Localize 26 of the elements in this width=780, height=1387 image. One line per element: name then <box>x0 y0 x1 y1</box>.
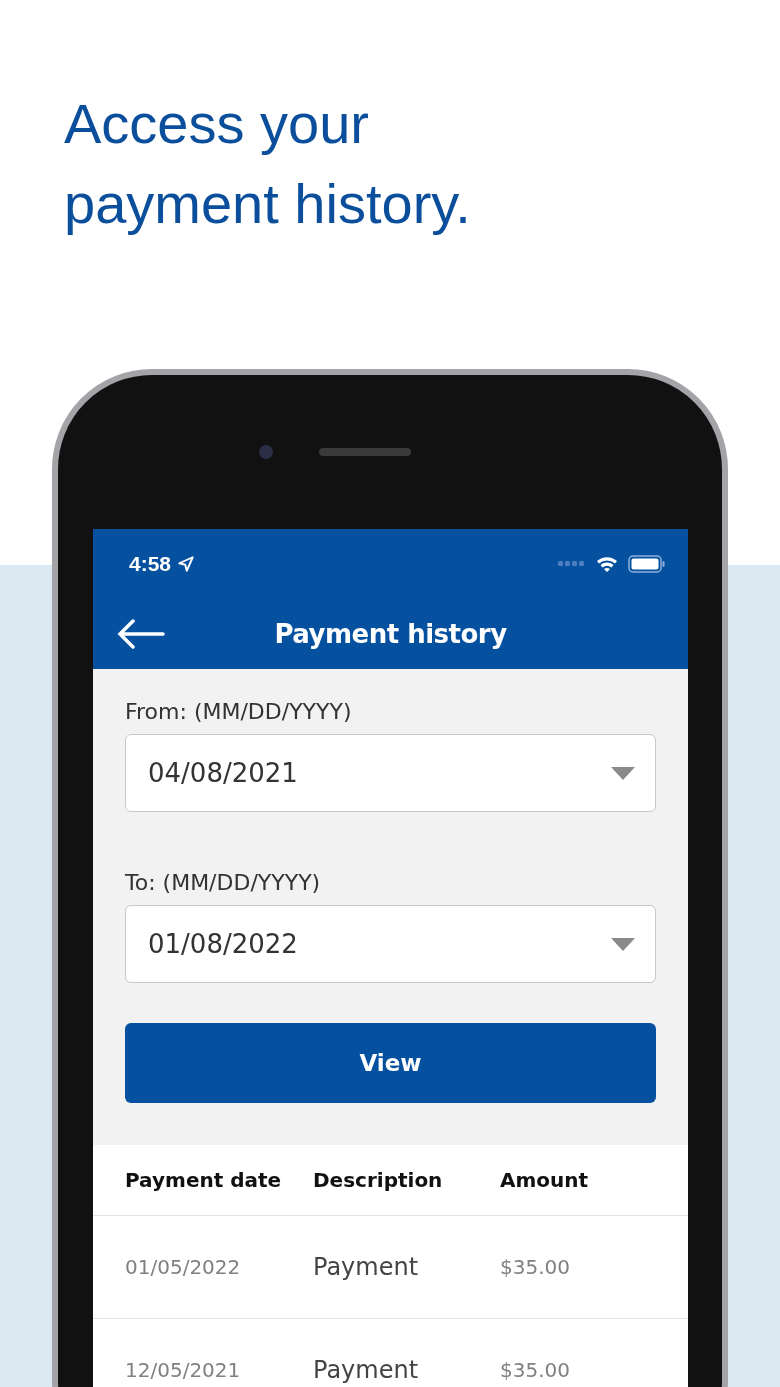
column-header: Amount <box>500 1168 590 1192</box>
date-dropdown[interactable]: 01/08/2022 <box>125 905 656 983</box>
field-label: From: (MM/DD/YYYY) <box>125 699 353 724</box>
battery-icon <box>628 555 666 573</box>
view-button[interactable]: View <box>125 1023 656 1103</box>
table-cell-text: 01/05/2022 <box>125 1256 242 1278</box>
headline: Access your payment history. <box>63 91 472 237</box>
table-cell-text: Payment <box>313 1253 420 1281</box>
table-cell-text: Payment <box>313 1356 420 1384</box>
table-cell-text: $35.00 <box>500 1359 571 1381</box>
caret-down-icon <box>611 937 635 951</box>
field-label: To: (MM/DD/YYYY) <box>125 870 322 895</box>
signal-icon <box>558 561 586 567</box>
column-header: Description <box>313 1168 444 1192</box>
camera-icon <box>259 445 273 459</box>
wifi-icon <box>596 556 618 572</box>
back-arrow-icon <box>117 619 165 649</box>
location-arrow-icon <box>177 555 196 573</box>
status-time: 4:58 <box>129 552 172 576</box>
screen-title: Payment history <box>273 619 508 649</box>
speaker-icon <box>319 448 411 456</box>
table-cell-text: $35.00 <box>500 1256 571 1278</box>
caret-down-icon <box>611 766 635 780</box>
date-dropdown[interactable]: 04/08/2021 <box>125 734 656 812</box>
column-header: Payment date <box>125 1168 283 1192</box>
table-cell-text: 12/05/2021 <box>125 1359 242 1381</box>
